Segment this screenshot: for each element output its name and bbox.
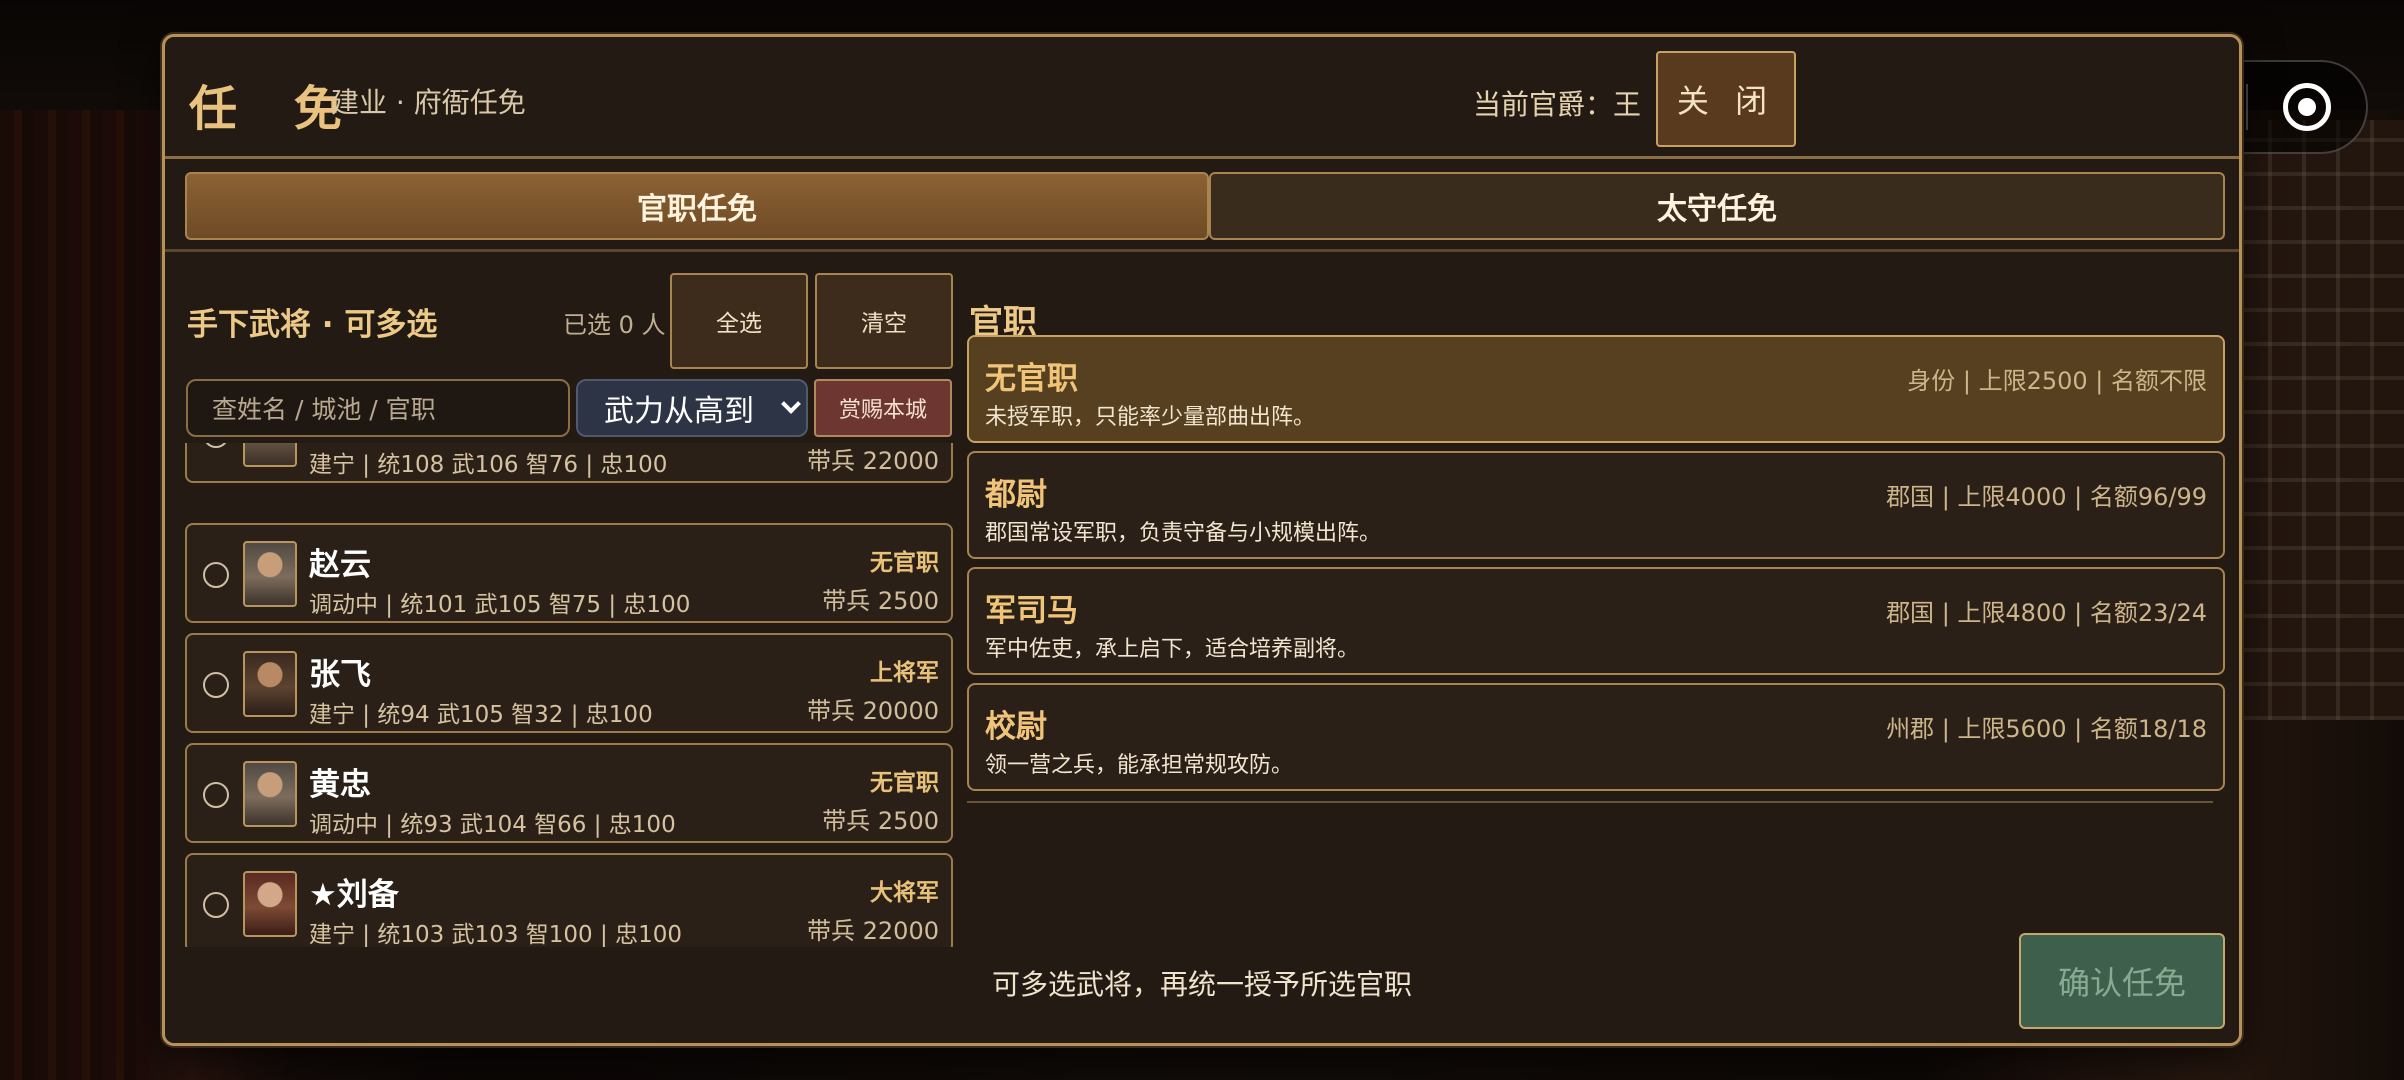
general-rank: 上将军 (870, 660, 939, 686)
general-portrait (243, 443, 297, 467)
office-info: 州郡 | 上限5600 | 名额18/18 (1886, 715, 2207, 743)
sort-select[interactable]: 武力从高到 (576, 379, 808, 437)
general-rank: 无官职 (870, 550, 939, 576)
general-stats: 调动中 | 统93 武104 智66 | 忠100 (309, 812, 676, 838)
select-radio[interactable] (203, 672, 229, 698)
general-troops: 带兵 22000 (807, 917, 939, 945)
tab-office-appointment[interactable]: 官职任免 (185, 172, 1209, 240)
footer-hint: 可多选武将，再统一授予所选官职 (991, 968, 1412, 1001)
dialog-header: 任 免 建业 · 府衙任免 当前官爵：王 关 闭 (165, 37, 2239, 159)
general-stats: 建宁 | 统94 武105 智32 | 忠100 (309, 702, 653, 728)
general-name: 赵云 (309, 547, 371, 583)
office-name: 无官职 (985, 361, 1078, 397)
general-stats: 调动中 | 统101 武105 智75 | 忠100 (309, 592, 691, 618)
general-row[interactable]: ★刘备 建宁 | 统103 武103 智100 | 忠100 大将军 带兵 22… (185, 853, 953, 947)
general-portrait (243, 541, 297, 607)
confirm-appointment-button[interactable]: 确认任免 (2019, 933, 2225, 1029)
general-portrait (243, 871, 297, 937)
general-name: 张飞 (309, 657, 371, 693)
office-info: 郡国 | 上限4800 | 名额23/24 (1886, 599, 2207, 627)
general-row[interactable]: 建宁 | 统108 武106 智76 | 忠100 带兵 22000 (185, 443, 953, 483)
general-portrait (243, 761, 297, 827)
reward-city-button[interactable]: 赏赐本城 (814, 379, 952, 437)
office-description: 郡国常设军职，负责守备与小规模出阵。 (985, 521, 1382, 546)
office-option[interactable]: 军司马 郡国 | 上限4800 | 名额23/24 军中佐吏，承上启下，适合培养… (967, 567, 2225, 675)
select-radio[interactable] (203, 782, 229, 808)
office-info: 身份 | 上限2500 | 名额不限 (1907, 367, 2207, 395)
office-name: 军司马 (985, 593, 1078, 629)
generals-title: 手下武将 · 可多选 (187, 307, 438, 343)
current-rank: 当前官爵：王 (1473, 88, 1642, 121)
search-input[interactable]: 查姓名 / 城池 / 官职 (186, 379, 570, 437)
close-button[interactable]: 关 闭 (1656, 51, 1796, 147)
office-name: 校尉 (985, 709, 1047, 745)
sort-value: 武力从高到 (604, 394, 754, 429)
selected-count: 已选 0 人 (563, 311, 666, 339)
general-row[interactable]: 黄忠 调动中 | 统93 武104 智66 | 忠100 无官职 带兵 2500 (185, 743, 953, 843)
select-radio[interactable] (203, 443, 229, 448)
general-name: ★刘备 (309, 877, 399, 913)
general-troops: 带兵 2500 (822, 587, 939, 615)
general-row[interactable]: 张飞 建宁 | 统94 武105 智32 | 忠100 上将军 带兵 20000 (185, 633, 953, 733)
general-troops: 带兵 22000 (807, 447, 939, 475)
select-all-button[interactable]: 全选 (670, 273, 808, 369)
list-end-divider (967, 801, 2213, 803)
chevron-down-icon (781, 394, 801, 414)
close-miniprogram-icon[interactable] (2248, 83, 2366, 131)
general-rank: 大将军 (870, 880, 939, 906)
general-row[interactable]: 赵云 调动中 | 统101 武105 智75 | 忠100 无官职 带兵 250… (185, 523, 953, 623)
generals-list[interactable]: 建宁 | 统108 武106 智76 | 忠100 带兵 22000 赵云 调动… (185, 443, 955, 947)
office-description: 领一营之兵，能承担常规攻防。 (985, 753, 1294, 778)
office-option[interactable]: 都尉 郡国 | 上限4000 | 名额96/99 郡国常设军职，负责守备与小规模… (967, 451, 2225, 559)
general-rank: 无官职 (870, 770, 939, 796)
general-troops: 带兵 20000 (807, 697, 939, 725)
general-stats: 建宁 | 统108 武106 智76 | 忠100 (309, 452, 668, 478)
general-troops: 带兵 2500 (822, 807, 939, 835)
general-name: 黄忠 (309, 767, 371, 803)
general-stats: 建宁 | 统103 武103 智100 | 忠100 (309, 922, 682, 947)
office-option[interactable]: 无官职 身份 | 上限2500 | 名额不限 未授军职，只能率少量部曲出阵。 (967, 335, 2225, 443)
dialog-subtitle: 建业 · 府衙任免 (331, 86, 526, 119)
tab-bar: 官职任免 太守任免 (185, 172, 2225, 242)
select-radio[interactable] (203, 562, 229, 588)
appointment-dialog: 任 免 建业 · 府衙任免 当前官爵：王 关 闭 官职任免 太守任免 手下武将 … (162, 34, 2242, 1046)
office-name: 都尉 (985, 477, 1047, 513)
general-portrait (243, 651, 297, 717)
divider (165, 249, 2239, 252)
clear-button[interactable]: 清空 (815, 273, 953, 369)
office-info: 郡国 | 上限4000 | 名额96/99 (1886, 483, 2207, 511)
select-radio[interactable] (203, 892, 229, 918)
office-description: 未授军职，只能率少量部曲出阵。 (985, 405, 1316, 430)
office-option[interactable]: 校尉 州郡 | 上限5600 | 名额18/18 领一营之兵，能承担常规攻防。 (967, 683, 2225, 791)
office-description: 军中佐吏，承上启下，适合培养副将。 (985, 637, 1360, 662)
tab-governor-appointment[interactable]: 太守任免 (1209, 172, 2225, 240)
